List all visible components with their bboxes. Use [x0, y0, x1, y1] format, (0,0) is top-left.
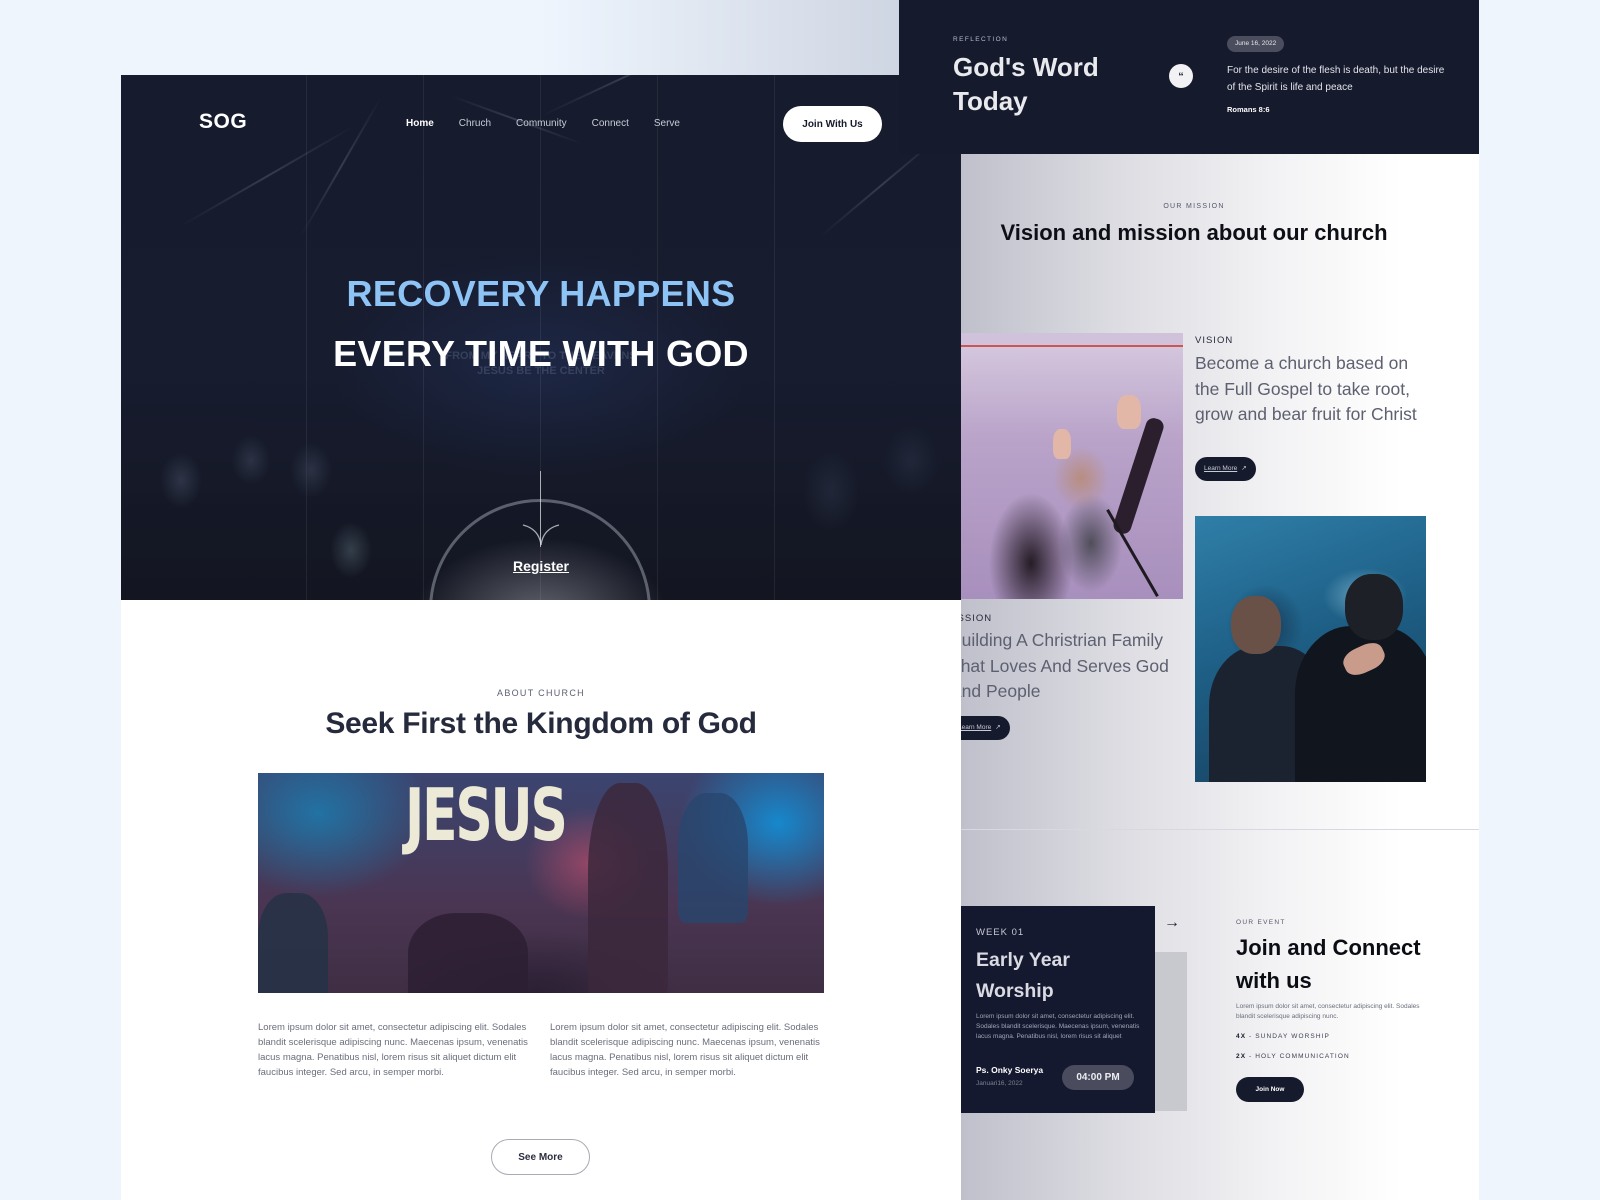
event-date: Januari16, 2022: [976, 1080, 1023, 1087]
event-week: WEEK 01: [976, 927, 1025, 938]
image-hand: [1053, 429, 1071, 459]
register-container: Register: [121, 558, 961, 576]
nav-link-community[interactable]: Community: [516, 118, 567, 129]
event-eyebrow: OUR EVENT: [1236, 919, 1286, 926]
join-with-us-button[interactable]: Join With Us: [783, 106, 882, 142]
section-divider: [961, 829, 1479, 830]
about-paragraph-left: Lorem ipsum dolor sit amet, consectetur …: [258, 1022, 528, 1078]
nav-link-church[interactable]: Chruch: [459, 118, 491, 129]
vision-learn-more-label: Learn More: [1204, 465, 1238, 472]
join-now-button[interactable]: Join Now: [1236, 1077, 1304, 1102]
image-figure: [588, 783, 668, 993]
mission-section: OUR MISSION Vision and mission about our…: [961, 154, 1479, 1200]
event-pastor: Ps. Onky Soerya: [976, 1065, 1044, 1075]
mission-label: MISSION: [961, 613, 993, 624]
nav-links: Home Chruch Community Connect Serve: [406, 118, 705, 129]
event-time-badge: 04:00 PM: [1062, 1065, 1134, 1090]
stat-sunday-worship: 4X - SUNDAY WORSHIP: [1236, 1033, 1330, 1040]
arrow-down-icon: [522, 524, 560, 546]
image-hand: [1117, 395, 1141, 429]
about-title: Seek First the Kingdom of God: [325, 707, 757, 740]
worship-leader-image: [961, 333, 1183, 599]
join-section-description: Lorem ipsum dolor sit amet, consectetur …: [1236, 1003, 1420, 1020]
date-badge: June 16, 2022: [1227, 36, 1285, 52]
image-figure: [258, 893, 328, 993]
vision-learn-more-button[interactable]: Learn More ↗: [1195, 457, 1256, 481]
verse-reference: Romans 8:6: [1227, 105, 1270, 114]
top-navigation: SOG Home Chruch Community Connect Serve …: [121, 75, 961, 175]
mission-learn-more-label: Learn More: [961, 724, 992, 731]
see-more-button[interactable]: See More: [491, 1139, 590, 1175]
arrow-up-right-icon: ↗: [1241, 465, 1247, 472]
mission-learn-more-button[interactable]: Learn More ↗: [961, 716, 1010, 740]
arrow-right-icon[interactable]: →: [1164, 914, 1180, 932]
mission-eyebrow: OUR MISSION: [1163, 203, 1225, 210]
image-ceiling: [961, 333, 1183, 347]
event-card[interactable]: WEEK 01 Early Year Worship Lorem ipsum d…: [961, 906, 1155, 1113]
about-eyebrow: ABOUT CHURCH: [497, 688, 585, 698]
nav-link-serve[interactable]: Serve: [654, 118, 680, 129]
image-figure-head: [1345, 574, 1403, 640]
reflection-section: REFLECTION God's Word Today “ June 16, 2…: [899, 0, 1479, 154]
stat-label: - HOLY COMMUNICATION: [1246, 1053, 1350, 1060]
hero-title-line-1: RECOVERY HAPPENS: [346, 273, 736, 314]
stat-label: - SUNDAY WORSHIP: [1246, 1033, 1330, 1040]
reflection-title: God's Word Today: [953, 52, 1099, 116]
prayer-image: [1195, 516, 1426, 782]
reflection-eyebrow: REFLECTION: [953, 36, 1009, 43]
stat-count: 4X: [1236, 1033, 1247, 1040]
image-text-jesus: JESUS: [405, 773, 568, 857]
logo[interactable]: SOG: [199, 110, 247, 134]
image-figure-head: [1231, 596, 1281, 654]
verse-text: For the desire of the flesh is death, bu…: [1227, 65, 1445, 93]
vision-text: Become a church based on the Full Gospel…: [1195, 353, 1417, 424]
join-section-title: Join and Connect with us: [1236, 935, 1421, 993]
image-figure: [678, 793, 748, 923]
image-raised-arm: [1111, 416, 1166, 536]
stat-holy-communication: 2X - HOLY COMMUNICATION: [1236, 1053, 1350, 1060]
image-figure: [408, 913, 528, 993]
worship-concert-image: JESUS: [258, 773, 824, 993]
event-description: Lorem ipsum dolor sit amet, consectetur …: [976, 1013, 1140, 1040]
nav-link-connect[interactable]: Connect: [592, 118, 629, 129]
about-paragraph-right: Lorem ipsum dolor sit amet, consectetur …: [550, 1022, 820, 1078]
arrow-up-right-icon: ↗: [995, 724, 1001, 731]
event-title: Early Year Worship: [976, 949, 1070, 1002]
hero-section: FROM MY HEART TO THE HEAVENS JESUS BE TH…: [121, 75, 961, 600]
stat-count: 2X: [1236, 1053, 1247, 1060]
background-gradient: [0, 0, 900, 75]
quote-icon: “: [1169, 64, 1193, 88]
nav-link-home[interactable]: Home: [406, 118, 434, 129]
register-link[interactable]: Register: [513, 558, 569, 574]
vision-label: VISION: [1195, 335, 1234, 346]
mission-title: Vision and mission about our church: [1000, 220, 1388, 245]
landing-page-left: FROM MY HEART TO THE HEAVENS JESUS BE TH…: [121, 75, 961, 1200]
mission-text: Building A Christrian Family That Loves …: [961, 630, 1169, 701]
hero-title-line-2: EVERY TIME WITH GOD: [333, 333, 749, 374]
